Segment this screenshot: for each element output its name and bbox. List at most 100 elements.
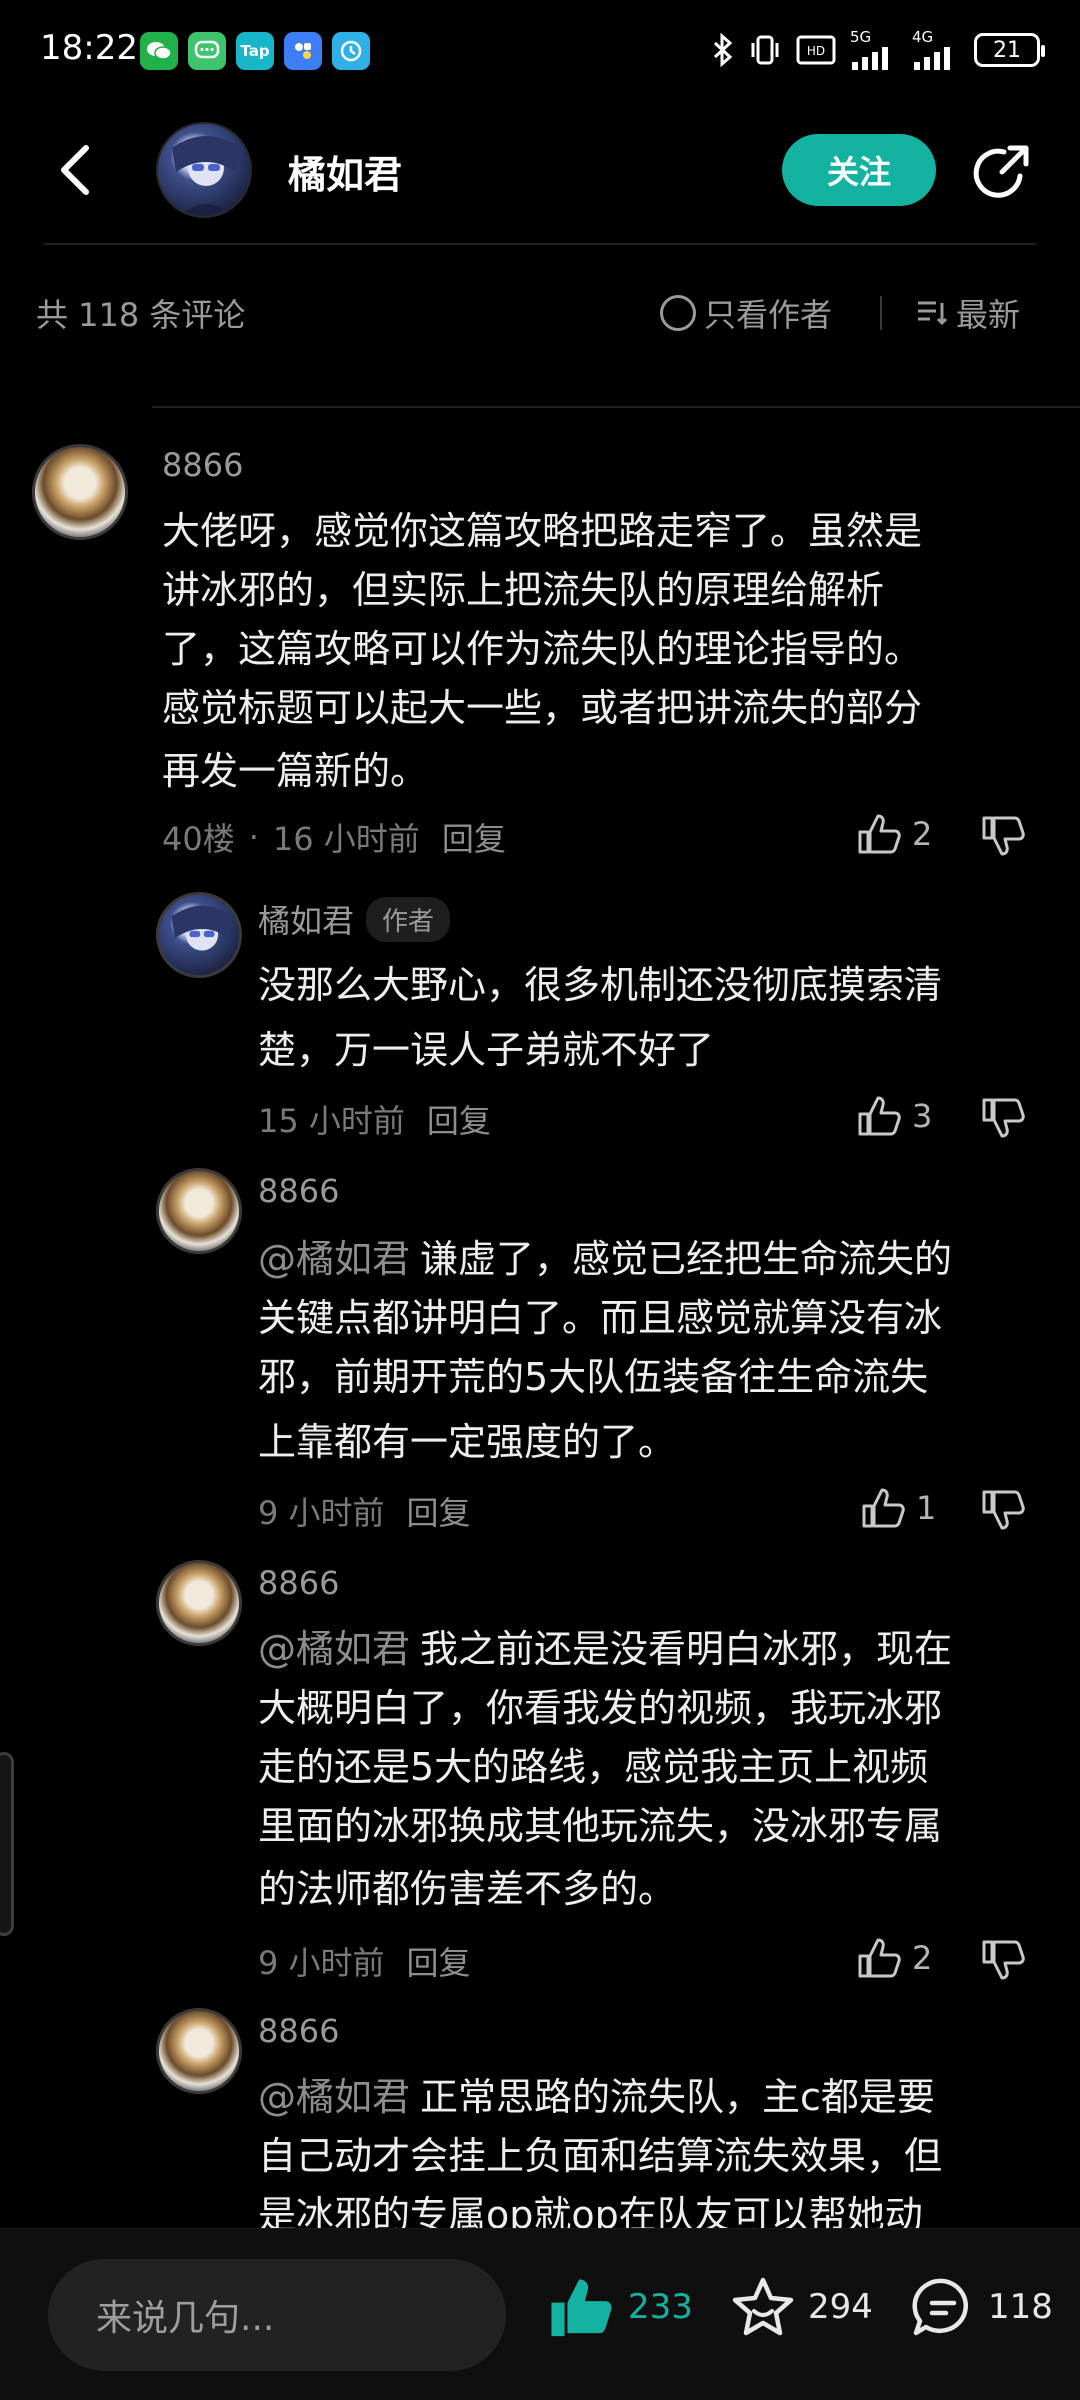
comment-username[interactable]: 8866: [258, 2012, 339, 2050]
comment-filter-bar: 共 118 条评论 只看作者 最新: [0, 280, 1080, 350]
comment-text: @橘如君 正常思路的流失队，主c都是要 自己动才会挂上负面和结算流失效果，但 是冰…: [258, 2075, 943, 2228]
hd-icon: HD: [796, 35, 836, 65]
share-button[interactable]: [968, 140, 1034, 206]
chevron-left-icon: [61, 145, 89, 195]
like-count: 2: [912, 815, 933, 853]
reply-button[interactable]: 回复: [442, 814, 506, 860]
comment-time: 16 小时前: [272, 820, 420, 858]
game-app-icon: [284, 32, 322, 70]
follow-button[interactable]: 关注: [782, 134, 936, 206]
thumbs-up-icon: [858, 1096, 901, 1136]
signal-4g: 4G: [912, 30, 960, 70]
user-avatar[interactable]: [156, 2008, 242, 2094]
status-indicators: HD 5G 4G 21: [712, 30, 1045, 70]
like-count: 2: [912, 1939, 933, 1977]
reply-comment: 8866 @橘如君 正常思路的流失队，主c都是要 自己动才会挂上负面和结算流失效果…: [0, 2006, 1080, 2228]
comment-time: 9 小时前: [258, 1944, 385, 1982]
comment-username[interactable]: 橘如君 作者: [258, 896, 451, 942]
mention-link[interactable]: @橘如君: [258, 2075, 410, 2119]
reply-button[interactable]: 回复: [407, 1488, 471, 1534]
comment-text: 没那么大野心，很多机制还没彻底摸索清 楚，万一误人子弟就不好了: [258, 963, 943, 1072]
header-divider: [44, 243, 1036, 245]
only-author-toggle[interactable]: 只看作者: [660, 290, 832, 336]
author-name[interactable]: 橘如君: [288, 144, 402, 199]
reply-button[interactable]: 回复: [407, 1938, 471, 1984]
comment: 8866 大佬呀，感觉你这篇攻略把路走窄了。虽然是 讲冰邪的，但实际上把流失队的…: [0, 440, 1080, 880]
reply-button[interactable]: 回复: [427, 1096, 491, 1142]
author-badge: 作者: [366, 896, 451, 942]
comment-floor: 40楼: [162, 820, 235, 858]
thumbs-down-icon: [982, 1098, 1025, 1138]
filter-separator: [880, 296, 882, 330]
comment-text: 大佬呀，感觉你这篇攻略把路走窄了。虽然是 讲冰邪的，但实际上把流失队的原理给解析…: [162, 509, 923, 793]
reply-comment: 8866 @橘如君 我之前还是没看明白冰邪，现在 大概明白了，你看我发的视频，我玩…: [0, 1558, 1080, 1998]
comment-text: @橘如君 谦虚了，感觉已经把生命流失的 关键点都讲明白了。而且感觉就算没有冰 邪，…: [258, 1237, 953, 1464]
comment-username[interactable]: 8866: [258, 1564, 339, 1602]
side-drawer-handle[interactable]: [0, 1752, 14, 1936]
clock-app-icon: [332, 32, 370, 70]
battery-level: 21: [993, 37, 1021, 63]
only-author-label: 只看作者: [704, 296, 833, 334]
comments-count: 118: [988, 2287, 1053, 2327]
battery-indicator: 21: [974, 33, 1045, 67]
favorite-button[interactable]: 294: [730, 2275, 873, 2339]
share-icon: [973, 145, 1029, 198]
comment-meta: 40楼 · 16 小时前 回复: [162, 814, 506, 860]
reply-comment: 橘如君 作者 没那么大野心，很多机制还没彻底摸索清 楚，万一误人子弟就不好了 1…: [0, 890, 1080, 1150]
comment-bubble-icon: [912, 2278, 969, 2336]
like-count: 1: [916, 1489, 937, 1527]
dislike-button[interactable]: [980, 1096, 1026, 1140]
sort-button[interactable]: 最新: [914, 290, 1020, 336]
mention-link[interactable]: @橘如君: [258, 1237, 410, 1281]
status-app-icons: Tap: [140, 32, 370, 70]
thumbs-down-icon: [982, 1940, 1025, 1980]
thumbs-up-filled-icon: [551, 2279, 612, 2337]
like-count: 3: [912, 1097, 933, 1135]
meta-dot: ·: [248, 818, 259, 856]
thumbs-up-icon: [858, 814, 901, 854]
thumbs-up-icon: [862, 1488, 905, 1528]
status-time: 18:22: [40, 28, 138, 68]
post-header: 橘如君 关注: [0, 100, 1080, 245]
comment-username[interactable]: 8866: [162, 446, 243, 484]
like-button[interactable]: 1: [860, 1486, 936, 1530]
sort-icon: [918, 301, 948, 326]
user-avatar[interactable]: [156, 1168, 242, 1254]
like-button[interactable]: 3: [856, 1094, 932, 1138]
star-icon: [732, 2277, 794, 2336]
comment-meta: 9 小时前 回复: [258, 1488, 471, 1534]
favorite-count: 294: [808, 2287, 873, 2327]
author-avatar[interactable]: [156, 122, 252, 218]
dislike-button[interactable]: [980, 1938, 1026, 1982]
user-avatar[interactable]: [156, 892, 242, 978]
messages-icon: [188, 32, 226, 70]
user-avatar[interactable]: [32, 444, 128, 540]
user-avatar[interactable]: [156, 1560, 242, 1646]
comment-time: 9 小时前: [258, 1494, 385, 1532]
comment-time: 15 小时前: [258, 1102, 405, 1140]
comment-count: 共 118 条评论: [36, 296, 246, 334]
comment-username[interactable]: 8866: [258, 1172, 339, 1210]
comment-meta: 15 小时前 回复: [258, 1096, 491, 1142]
comment-text: @橘如君 我之前还是没看明白冰邪，现在 大概明白了，你看我发的视频，我玩冰邪 走的…: [258, 1627, 953, 1911]
post-like-count: 233: [628, 2287, 693, 2327]
comment-input[interactable]: 来说几句...: [48, 2259, 506, 2371]
thumbs-down-icon: [982, 1490, 1025, 1530]
like-button[interactable]: 2: [856, 812, 932, 856]
reply-comment: 8866 @橘如君 谦虚了，感觉已经把生命流失的 关键点都讲明白了。而且感觉就算没…: [0, 1166, 1080, 1546]
radio-icon: [660, 295, 696, 331]
comments-button[interactable]: 118: [910, 2275, 1053, 2339]
thumbs-up-icon: [858, 1938, 901, 1978]
like-button[interactable]: 2: [856, 1936, 932, 1980]
signal-5g: 5G: [850, 30, 898, 70]
vibrate-icon: [751, 35, 779, 65]
post-like-button[interactable]: 233: [548, 2275, 693, 2339]
dislike-button[interactable]: [980, 1488, 1026, 1532]
bottom-action-bar: 来说几句... 233 294 118: [0, 2228, 1080, 2400]
dislike-button[interactable]: [980, 814, 1026, 858]
bluetooth-icon: [713, 33, 733, 67]
taptap-icon: Tap: [236, 32, 274, 70]
back-button[interactable]: [48, 140, 108, 200]
signal-bars-icon: [852, 47, 888, 70]
mention-link[interactable]: @橘如君: [258, 1627, 410, 1671]
